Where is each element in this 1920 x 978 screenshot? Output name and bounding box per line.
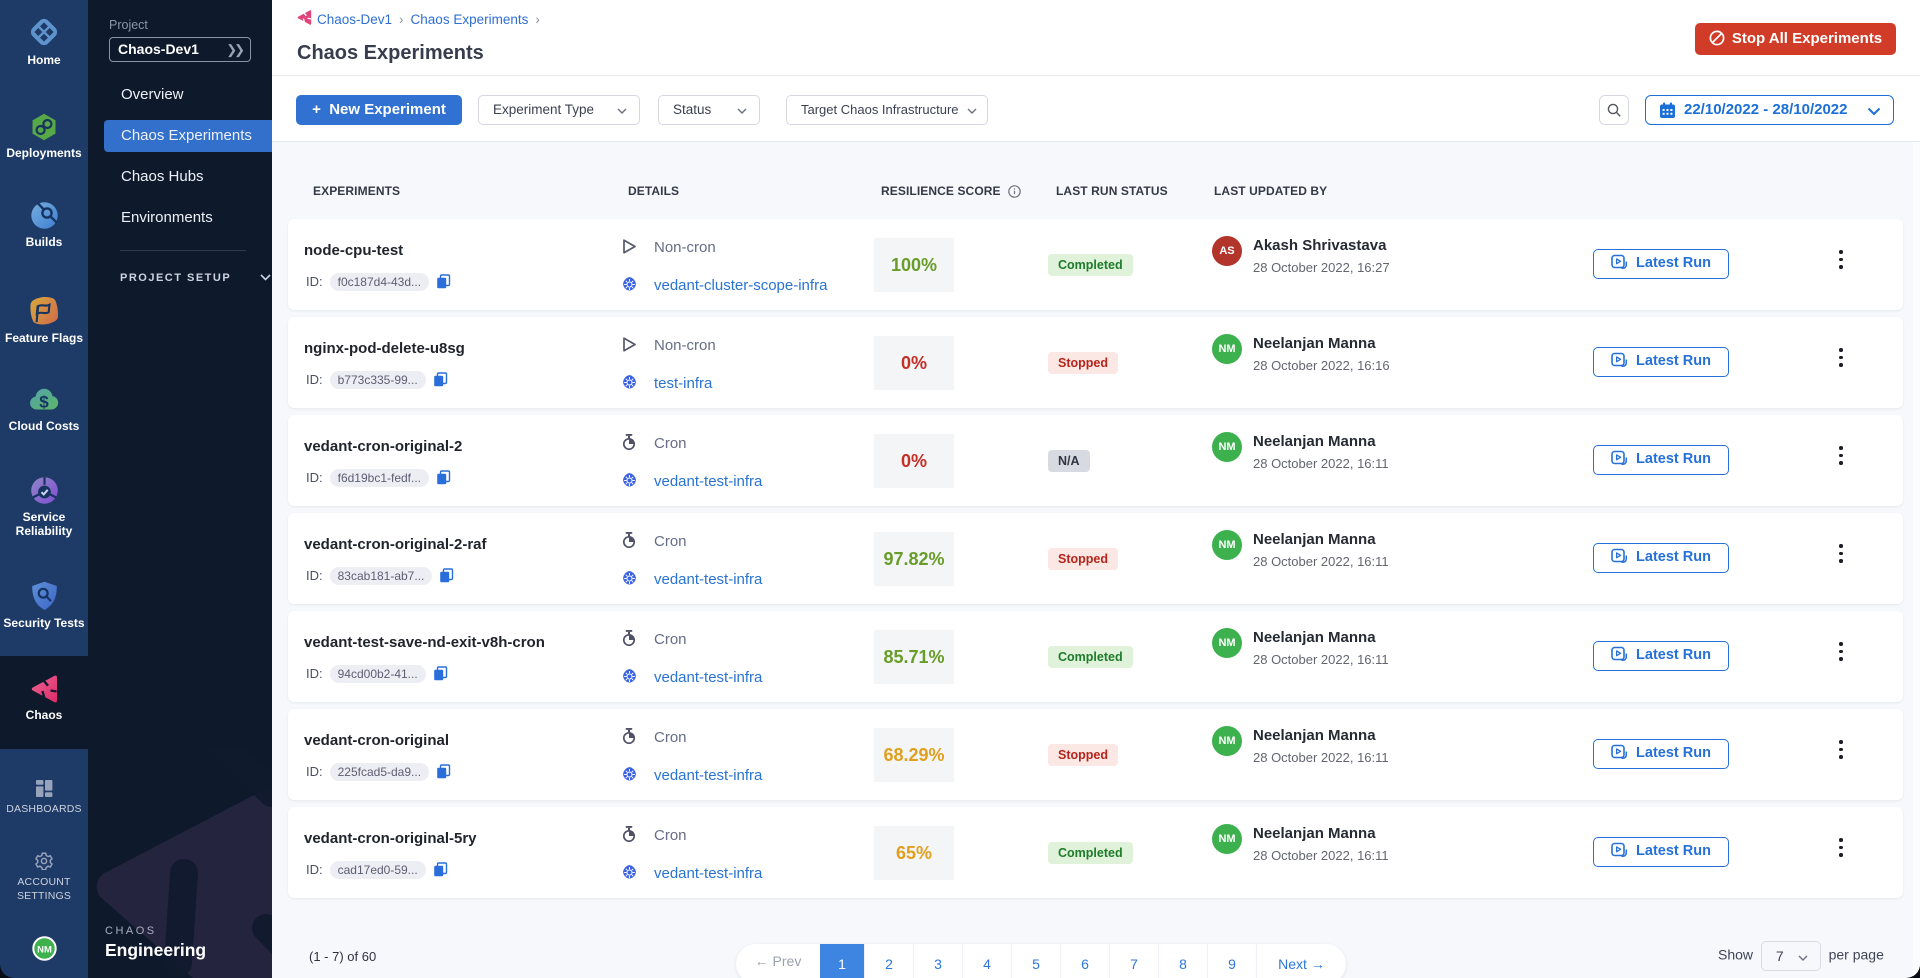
svg-text:NM: NM bbox=[37, 945, 52, 956]
svg-text:$: $ bbox=[39, 393, 49, 412]
